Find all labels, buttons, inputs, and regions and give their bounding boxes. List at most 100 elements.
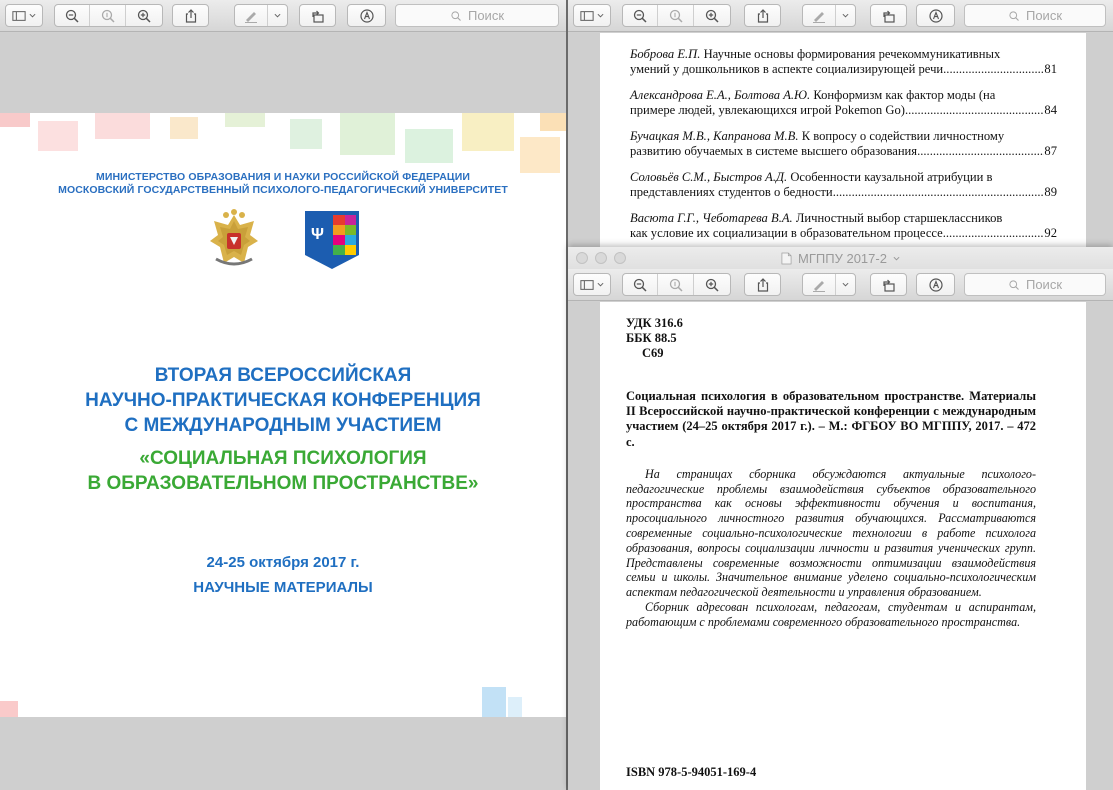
- document-area[interactable]: УДК 316.6 ББК 88.5 С69 Социальная психол…: [568, 302, 1113, 790]
- contents-page: Боброва Е.П. Научные основы формирования…: [600, 33, 1086, 250]
- document-area[interactable]: Боброва Е.П. Научные основы формирования…: [568, 33, 1113, 250]
- toc-page: 84: [1044, 103, 1057, 117]
- search-placeholder: Поиск: [1025, 8, 1063, 23]
- sidebar-icon: [580, 10, 594, 21]
- document-area[interactable]: МИНИСТЕРСТВО ОБРАЗОВАНИЯ И НАУКИ РОССИЙС…: [0, 33, 566, 790]
- udk-code: УДК 316.6: [626, 316, 683, 330]
- zoom-in-icon: [705, 278, 719, 292]
- search-icon: [1009, 10, 1019, 21]
- conference-title-line-2: НАУЧНО-ПРАКТИЧЕСКАЯ КОНФЕРЕНЦИЯ: [85, 390, 481, 411]
- bbk-code: ББК 88.5: [626, 331, 677, 345]
- zoom-in-button[interactable]: [694, 274, 730, 295]
- zoom-out-icon: [66, 9, 79, 23]
- markup-group: [234, 4, 288, 27]
- conference-subtitle-line-1: «СОЦИАЛЬНАЯ ПСИХОЛОГИЯ: [139, 448, 427, 469]
- search-placeholder: Поиск: [1025, 277, 1063, 292]
- scientific-materials: НАУЧНЫЕ МАТЕРИАЛЫ: [193, 579, 373, 596]
- actual-size-icon: [669, 9, 683, 23]
- share-button[interactable]: [744, 273, 781, 296]
- toc-title-line-2: развитию обучаемых в системе высшего обр…: [630, 144, 918, 158]
- markup-button[interactable]: [803, 274, 837, 295]
- zoom-window-button[interactable]: [614, 252, 626, 264]
- markup-menu-button[interactable]: [268, 5, 287, 26]
- toc-entry[interactable]: Александрова Е.А., Болтова А.Ю. Конформи…: [630, 88, 1057, 118]
- annotate-button[interactable]: [916, 273, 955, 296]
- close-window-button[interactable]: [576, 252, 588, 264]
- toc-title-line-2: представлениях студентов о бедности: [630, 185, 833, 199]
- rotate-icon: [882, 10, 895, 23]
- toc-entry[interactable]: Боброва Е.П. Научные основы формирования…: [630, 47, 1057, 77]
- chevron-down-icon: [842, 282, 849, 287]
- toc-entry[interactable]: Бучацкая М.В., Капранова М.В. К вопросу …: [630, 129, 1057, 159]
- share-icon: [757, 8, 768, 23]
- sidebar-toggle-button[interactable]: [5, 4, 43, 27]
- annotation-paragraph-2: Сборник адресован психологам, педагогам,…: [626, 599, 1036, 629]
- sidebar-toggle-button[interactable]: [573, 273, 611, 296]
- zoom-out-button[interactable]: [623, 274, 659, 295]
- rotate-icon: [311, 10, 324, 23]
- search-field[interactable]: Поиск: [964, 4, 1106, 27]
- window-title: МГППУ 2017-2: [798, 250, 887, 266]
- annotate-button[interactable]: [916, 4, 955, 27]
- preview-window-contents: Поиск Боброва Е.П. Научные основы формир…: [568, 0, 1113, 250]
- share-button[interactable]: [172, 4, 209, 27]
- zoom-group: [622, 273, 731, 296]
- conference-subtitle-line-2: В ОБРАЗОВАТЕЛЬНОМ ПРОСТРАНСТВЕ»: [87, 473, 479, 494]
- annotate-button[interactable]: [347, 4, 386, 27]
- title-bar[interactable]: МГППУ 2017-2: [568, 247, 1113, 269]
- sidebar-icon: [12, 10, 26, 21]
- markup-button[interactable]: [803, 5, 837, 26]
- chevron-down-icon[interactable]: [893, 255, 900, 262]
- toc-title-line-1: Особенности каузальной атрибуции в: [790, 170, 993, 184]
- zoom-out-button[interactable]: [623, 5, 659, 26]
- toc-entry[interactable]: Соловьёв С.М., Быстров А.Д. Особенности …: [630, 170, 1057, 200]
- actual-size-button[interactable]: [658, 274, 694, 295]
- rotate-button[interactable]: [870, 273, 907, 296]
- toc-entry[interactable]: Васюта Г.Г., Чеботарева В.А. Личностный …: [630, 211, 1057, 241]
- toc-authors: Васюта Г.Г., Чеботарева В.А.: [630, 211, 793, 225]
- search-field[interactable]: Поиск: [964, 273, 1106, 296]
- russian-emblem-icon: [210, 209, 258, 266]
- share-icon: [757, 277, 768, 292]
- search-field[interactable]: Поиск: [395, 4, 559, 27]
- zoom-group: [622, 4, 731, 27]
- toc-title-line-1: Конформизм как фактор моды (на: [813, 88, 996, 102]
- pen-icon: [245, 11, 258, 23]
- minimize-window-button[interactable]: [595, 252, 607, 264]
- ministry-line-1: МИНИСТЕРСТВО ОБРАЗОВАНИЯ И НАУКИ РОССИЙС…: [96, 171, 470, 183]
- sidebar-icon: [580, 279, 594, 290]
- rotate-button[interactable]: [299, 4, 336, 27]
- rotate-button[interactable]: [870, 4, 907, 27]
- sidebar-toggle-button[interactable]: [573, 4, 611, 27]
- chevron-down-icon: [842, 13, 849, 18]
- toc-page: 81: [1044, 62, 1057, 76]
- markup-menu-button[interactable]: [836, 274, 855, 295]
- share-button[interactable]: [744, 4, 781, 27]
- annotation-paragraph-1: На страницах сборника обсуждаются актуал…: [626, 466, 1036, 600]
- zoom-in-button[interactable]: [694, 5, 730, 26]
- zoom-out-button[interactable]: [55, 5, 91, 26]
- search-icon: [1009, 279, 1019, 290]
- toolbar: Поиск: [0, 0, 566, 32]
- toc-page: 92: [1044, 226, 1057, 240]
- markup-group: [802, 4, 856, 27]
- preview-window-cover: Поиск МИНИСТЕРСТВО ОБРАЗОВАНИЯ И НАУКИ Р…: [0, 0, 566, 790]
- rotate-icon: [882, 279, 895, 292]
- toolbar: Поиск: [568, 269, 1113, 301]
- toc-authors: Боброва Е.П.: [630, 47, 701, 61]
- markup-button[interactable]: [235, 5, 269, 26]
- annotate-icon: [928, 277, 943, 292]
- chevron-down-icon: [597, 13, 604, 18]
- markup-menu-button[interactable]: [836, 5, 855, 26]
- author-mark: С69: [642, 346, 664, 360]
- actual-size-icon: [101, 9, 115, 23]
- actual-size-button[interactable]: [658, 5, 694, 26]
- zoom-in-icon: [705, 9, 719, 23]
- actual-size-button[interactable]: [90, 5, 126, 26]
- search-placeholder: Поиск: [467, 8, 505, 23]
- isbn: ISBN 978-5-94051-169-4: [626, 765, 757, 779]
- zoom-in-button[interactable]: [126, 5, 162, 26]
- toc-title-line-2: умений у дошкольников в аспекте социализ…: [630, 62, 944, 76]
- toc-authors: Александрова Е.А., Болтова А.Ю.: [630, 88, 811, 102]
- ministry-line-2: МОСКОВСКИЙ ГОСУДАРСТВЕННЫЙ ПСИХОЛОГО-ПЕД…: [58, 184, 508, 196]
